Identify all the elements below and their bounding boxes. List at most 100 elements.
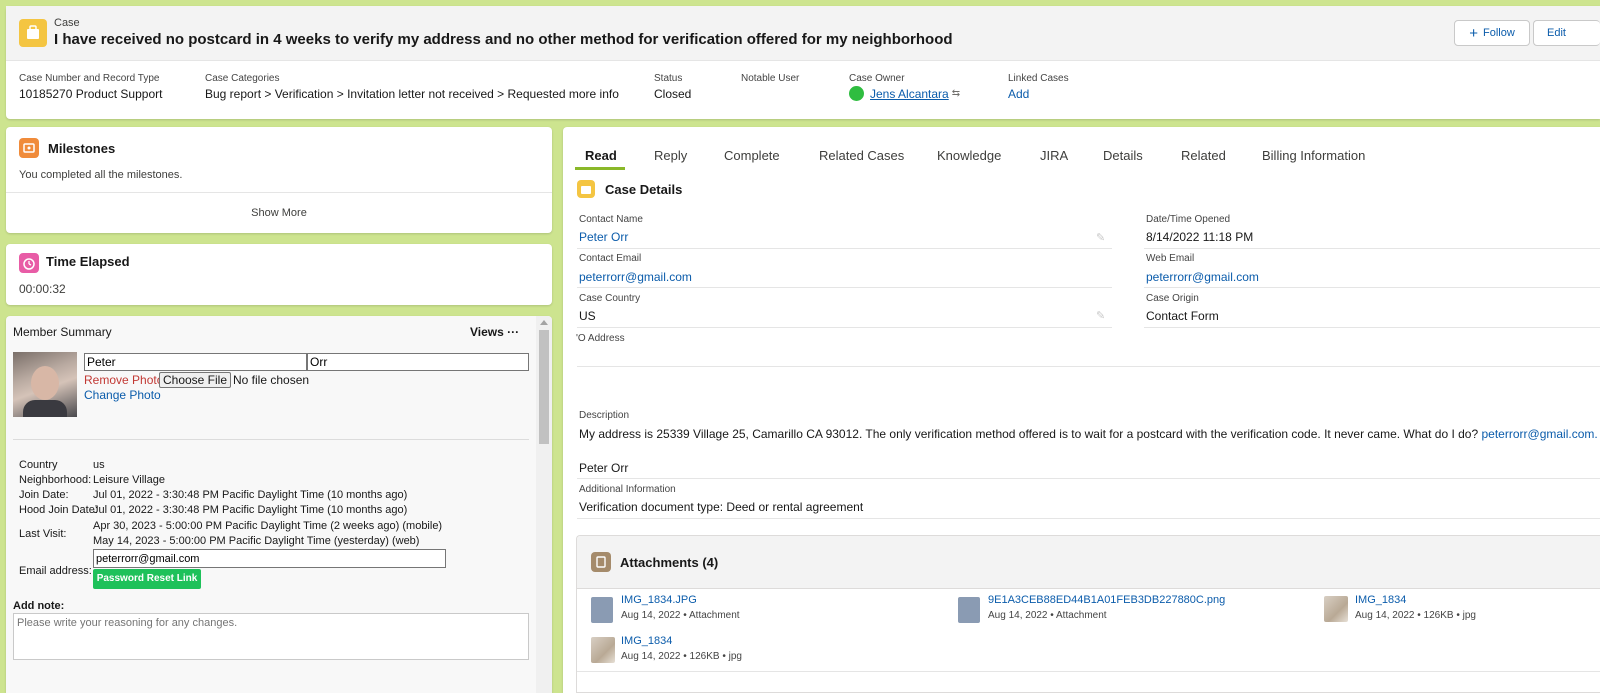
views-menu[interactable]: Views ···: [470, 325, 519, 339]
milestone-icon: [19, 138, 39, 158]
edit-pencil-icon[interactable]: ✎: [1096, 309, 1105, 322]
field-linked-cases: Linked Cases Add: [1008, 73, 1069, 101]
description-text: My address is 25339 Village 25, Camarill…: [579, 427, 1598, 441]
avatar: [13, 352, 77, 417]
hood-join-date-value: Jul 01, 2022 - 3:30:48 PM Pacific Daylig…: [93, 504, 408, 516]
email-field[interactable]: [93, 549, 446, 568]
last-name-input[interactable]: [307, 353, 529, 371]
change-photo-link[interactable]: Change Photo: [84, 388, 161, 402]
attachment-icon: [591, 552, 611, 572]
member-summary-card: Member Summary Views ··· Remove Photo Ch…: [6, 316, 552, 693]
attachment-link[interactable]: IMG_1834: [621, 635, 672, 647]
page-title: I have received no postcard in 4 weeks t…: [54, 31, 953, 48]
tab-complete[interactable]: Complete: [724, 148, 780, 163]
plus-icon: +: [1469, 24, 1478, 42]
country-label: Country: [19, 459, 58, 471]
attachment-link[interactable]: IMG_1834.JPG: [621, 594, 697, 606]
milestones-card: Milestones You completed all the milesto…: [6, 127, 552, 233]
field-status: Status Closed: [654, 73, 692, 101]
additional-info-label: Additional Information: [579, 484, 676, 495]
attachment-meta: Aug 14, 2022 • Attachment: [621, 610, 740, 621]
attachments-card: Attachments (4) IMG_1834.JPG Aug 14, 202…: [576, 535, 1600, 693]
scroll-up-icon[interactable]: [540, 320, 548, 325]
file-icon: [958, 597, 980, 623]
date-opened-value: 8/14/2022 11:18 PM: [1146, 230, 1254, 244]
alarm-clock-icon: [19, 253, 39, 273]
last-visit-label: Last Visit:: [19, 528, 67, 540]
case-detail-panel: Read Reply Complete Related Cases Knowledge J…: [563, 127, 1600, 693]
contact-email-label: Contact Email: [579, 253, 642, 264]
join-date-value: Jul 01, 2022 - 3:30:48 PM Pacific Daylig…: [93, 489, 408, 501]
join-date-label: Join Date:: [19, 489, 69, 501]
attachments-title: Attachments (4): [620, 555, 719, 570]
description-label: Description: [579, 410, 630, 421]
attachment-meta: Aug 14, 2022 • Attachment: [988, 610, 1107, 621]
neighborhood-value: Leisure Village: [93, 474, 165, 486]
choose-file-button[interactable]: Choose File: [159, 372, 231, 388]
milestones-message: You completed all the milestones.: [19, 169, 183, 181]
contact-name-link[interactable]: Peter Orr: [579, 230, 628, 244]
scrollbar-thumb[interactable]: [539, 330, 549, 444]
tab-related-cases[interactable]: Related Cases: [819, 148, 904, 163]
edit-pencil-icon[interactable]: ✎: [1096, 231, 1105, 244]
no-file-text: No file chosen: [233, 373, 310, 387]
edit-button[interactable]: Edit: [1533, 20, 1600, 46]
attachment-link[interactable]: 9E1A3CEB88ED44B1A01FEB3DB227880C.png: [988, 594, 1225, 606]
remove-photo-link[interactable]: Remove Photo: [84, 373, 163, 387]
field-case-categories: Case Categories Bug report > Verificatio…: [205, 73, 619, 101]
owner-avatar: [849, 86, 864, 101]
last-visit-value-1: Apr 30, 2023 - 5:00:00 PM Pacific Daylig…: [93, 520, 443, 532]
field-case-number: Case Number and Record Type 10185270 Pro…: [19, 73, 163, 101]
web-email-label: Web Email: [1146, 253, 1195, 264]
contact-email-link[interactable]: peterrorr@gmail.com: [579, 270, 692, 284]
tab-reply[interactable]: Reply: [654, 148, 687, 163]
scrollbar[interactable]: [536, 316, 552, 693]
po-address-label: 'O Address: [576, 333, 625, 344]
image-thumbnail[interactable]: [1324, 596, 1348, 622]
first-name-input[interactable]: [84, 353, 307, 371]
show-more-button[interactable]: Show More: [6, 207, 552, 219]
active-tab-underline: [575, 167, 625, 170]
file-icon: [591, 597, 613, 623]
add-note-label: Add note:: [13, 600, 65, 612]
add-linked-case-link[interactable]: Add: [1008, 87, 1069, 101]
case-country-value: US: [579, 309, 596, 323]
country-value: us: [93, 459, 105, 471]
tab-related[interactable]: Related: [1181, 148, 1226, 163]
tab-read[interactable]: Read: [585, 148, 617, 163]
attachment-meta: Aug 14, 2022 • 126KB • jpg: [621, 651, 742, 662]
more-icon: ···: [507, 325, 520, 339]
field-notable-user: Notable User: [741, 73, 800, 84]
owner-link[interactable]: Jens Alcantara: [870, 87, 949, 101]
tab-knowledge[interactable]: Knowledge: [937, 148, 1001, 163]
description-signature: Peter Orr: [579, 461, 629, 475]
object-label: Case: [54, 17, 80, 29]
web-email-link[interactable]: peterrorr@gmail.com: [1146, 270, 1259, 284]
time-elapsed-title: Time Elapsed: [46, 254, 130, 269]
tab-jira[interactable]: JIRA: [1040, 148, 1068, 163]
note-textarea[interactable]: [13, 613, 529, 660]
case-details-title: Case Details: [605, 182, 683, 197]
password-reset-button[interactable]: Password Reset Link: [93, 569, 201, 589]
description-email-link[interactable]: peterrorr@gmail.com.: [1482, 427, 1598, 441]
time-elapsed-value: 00:00:32: [19, 282, 66, 296]
attachment-meta: Aug 14, 2022 • 126KB • jpg: [1355, 610, 1476, 621]
tab-details[interactable]: Details: [1103, 148, 1143, 163]
email-label: Email address:: [19, 565, 92, 577]
case-icon: [19, 19, 47, 47]
case-details-icon: [577, 180, 595, 198]
neighborhood-label: Neighborhood:: [19, 474, 92, 486]
date-opened-label: Date/Time Opened: [1146, 214, 1231, 225]
contact-name-label: Contact Name: [579, 214, 643, 225]
attachment-link[interactable]: IMG_1834: [1355, 594, 1406, 606]
field-case-owner: Case Owner Jens Alcantara ⇆: [849, 73, 961, 101]
milestones-title: Milestones: [48, 141, 116, 156]
image-thumbnail[interactable]: [591, 637, 615, 663]
follow-button[interactable]: + Follow: [1454, 20, 1530, 46]
case-origin-label: Case Origin: [1146, 293, 1199, 304]
time-elapsed-card: Time Elapsed 00:00:32: [6, 244, 552, 305]
case-country-label: Case Country: [579, 293, 641, 304]
member-summary-title: Member Summary: [13, 325, 112, 339]
change-owner-icon[interactable]: ⇆: [952, 88, 960, 99]
tab-billing-information[interactable]: Billing Information: [1262, 148, 1365, 163]
